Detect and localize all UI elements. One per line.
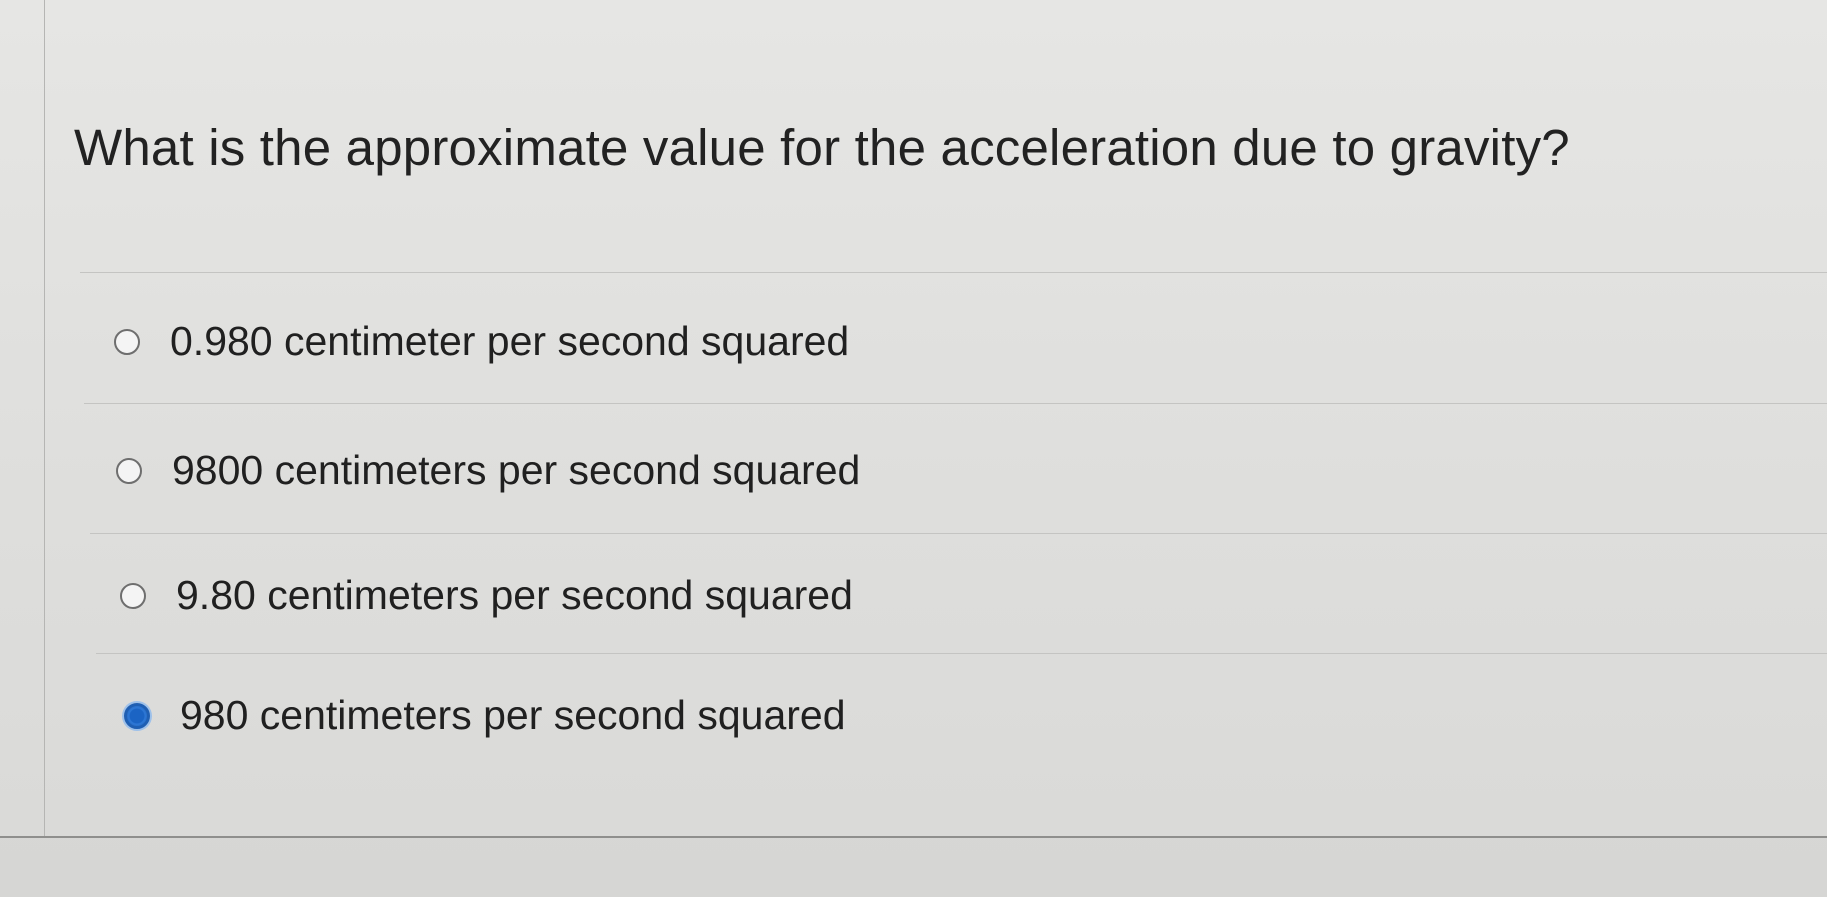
card-border — [44, 0, 45, 836]
divider — [84, 403, 1827, 404]
radio-button-1[interactable] — [114, 328, 140, 355]
answer-option-4[interactable]: 980 centimeters per second squared — [124, 692, 846, 739]
divider — [90, 533, 1827, 534]
answer-option-label: 9800 centimeters per second squared — [172, 447, 861, 493]
answer-option-3[interactable]: 9.80 centimeters per second squared — [120, 572, 853, 619]
radio-button-selected[interactable] — [124, 702, 150, 729]
answer-option-1[interactable]: 0.980 centimeter per second squared — [114, 318, 849, 365]
divider — [80, 272, 1827, 273]
answer-option-2[interactable]: 9800 centimeters per second squared — [116, 447, 860, 494]
quiz-page: What is the approximate value for the ac… — [0, 0, 1827, 897]
radio-button-3[interactable] — [120, 582, 146, 609]
answer-option-label: 980 centimeters per second squared — [180, 692, 846, 738]
answer-option-label: 0.980 centimeter per second squared — [170, 318, 850, 364]
question-text: What is the approximate value for the ac… — [74, 119, 1570, 176]
radio-button-2[interactable] — [116, 457, 142, 484]
divider — [96, 653, 1827, 654]
question-card: What is the approximate value for the ac… — [0, 0, 1827, 838]
answer-option-label: 9.80 centimeters per second squared — [176, 572, 853, 618]
